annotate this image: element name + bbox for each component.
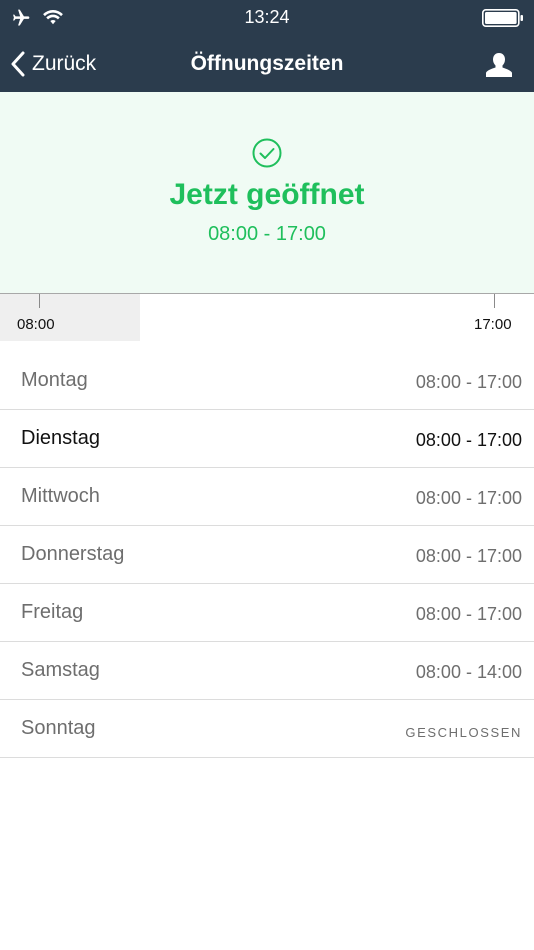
- day-name: Mittwoch: [21, 485, 100, 507]
- day-name: Montag: [21, 369, 88, 391]
- navigation-bar: Zurück Öffnungszeiten: [0, 36, 534, 92]
- day-hours: 08:00 - 17:00: [415, 604, 522, 624]
- day-hours: 08:00 - 17:00: [415, 372, 522, 392]
- day-hours: 08:00 - 17:00: [415, 430, 522, 450]
- day-name: Donnerstag: [21, 543, 125, 565]
- day-row-friday: Freitag 08:00 - 17:00: [0, 584, 534, 642]
- battery-icon: [482, 9, 523, 27]
- day-name: Freitag: [21, 601, 84, 623]
- check-circle-icon: [252, 138, 282, 168]
- day-name: Samstag: [21, 659, 100, 681]
- status-bar: 13:24: [0, 0, 534, 36]
- day-hours: 08:00 - 17:00: [415, 488, 522, 508]
- day-name: Dienstag: [21, 427, 100, 449]
- day-hours-closed: GESCHLOSSEN: [405, 725, 522, 740]
- day-row-wednesday: Mittwoch 08:00 - 17:00: [0, 468, 534, 526]
- page-title: Öffnungszeiten: [190, 52, 344, 75]
- day-row-sunday: Sonntag GESCHLOSSEN: [0, 700, 534, 758]
- day-name: Sonntag: [21, 717, 96, 739]
- timeline-axis: [0, 293, 534, 294]
- timeline-start-tick: [39, 294, 40, 308]
- open-state-label: Jetzt geöffnet: [169, 178, 365, 211]
- timeline-start-label: 08:00: [17, 316, 55, 333]
- day-hours: 08:00 - 17:00: [415, 546, 522, 566]
- top-bar: 13:24 Zurück Öffnungszeiten: [0, 0, 534, 92]
- open-status-banner: Jetzt geöffnet 08:00 - 17:00: [0, 92, 534, 294]
- timeline-end-label: 17:00: [474, 316, 512, 333]
- day-hours: 08:00 - 14:00: [415, 662, 522, 682]
- user-icon[interactable]: [484, 51, 514, 79]
- day-row-monday: Montag 08:00 - 17:00: [0, 352, 534, 410]
- day-row-tuesday: Dienstag 08:00 - 17:00: [0, 410, 534, 468]
- day-row-saturday: Samstag 08:00 - 14:00: [0, 642, 534, 700]
- today-hours: 08:00 - 17:00: [208, 223, 326, 245]
- day-row-thursday: Donnerstag 08:00 - 17:00: [0, 526, 534, 584]
- hours-timeline: 08:00 17:00: [0, 293, 534, 341]
- timeline-end-tick: [494, 294, 495, 308]
- status-time: 13:24: [244, 7, 290, 27]
- opening-hours-list: Montag 08:00 - 17:00 Dienstag 08:00 - 17…: [0, 352, 534, 758]
